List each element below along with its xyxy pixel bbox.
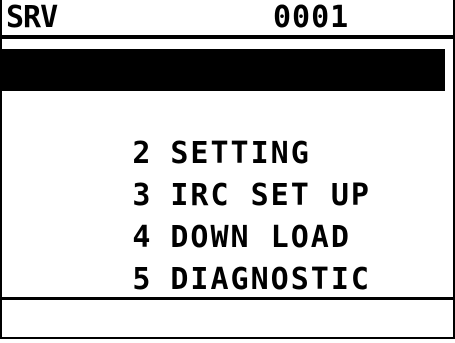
menu-item-irc-set-up[interactable]: 3 IRC SET UP xyxy=(2,133,453,213)
status-line xyxy=(2,300,453,337)
menu-item-label: DIAGNOSTIC xyxy=(170,262,371,297)
menu-item-reading[interactable]: 1 READING xyxy=(2,49,445,129)
menu-item-setting[interactable]: 2 SETTING xyxy=(2,91,453,171)
menu-item-number: 5 xyxy=(132,262,153,297)
menu-item-down-load[interactable]: 4 DOWN LOAD xyxy=(2,175,453,255)
header-bar: SRV 0001 xyxy=(2,0,453,39)
lcd-screen: SRV 0001 1 READING 2 SETTING 3 IRC SET UP 4… xyxy=(0,0,455,339)
service-menu: 1 READING 2 SETTING 3 IRC SET UP 4 DOWN LOAD… xyxy=(2,49,453,297)
page-number: 0001 xyxy=(273,0,350,35)
menu-item-diagnostic[interactable]: 5 DIAGNOSTIC xyxy=(2,217,453,297)
mode-label: SRV xyxy=(6,0,58,35)
